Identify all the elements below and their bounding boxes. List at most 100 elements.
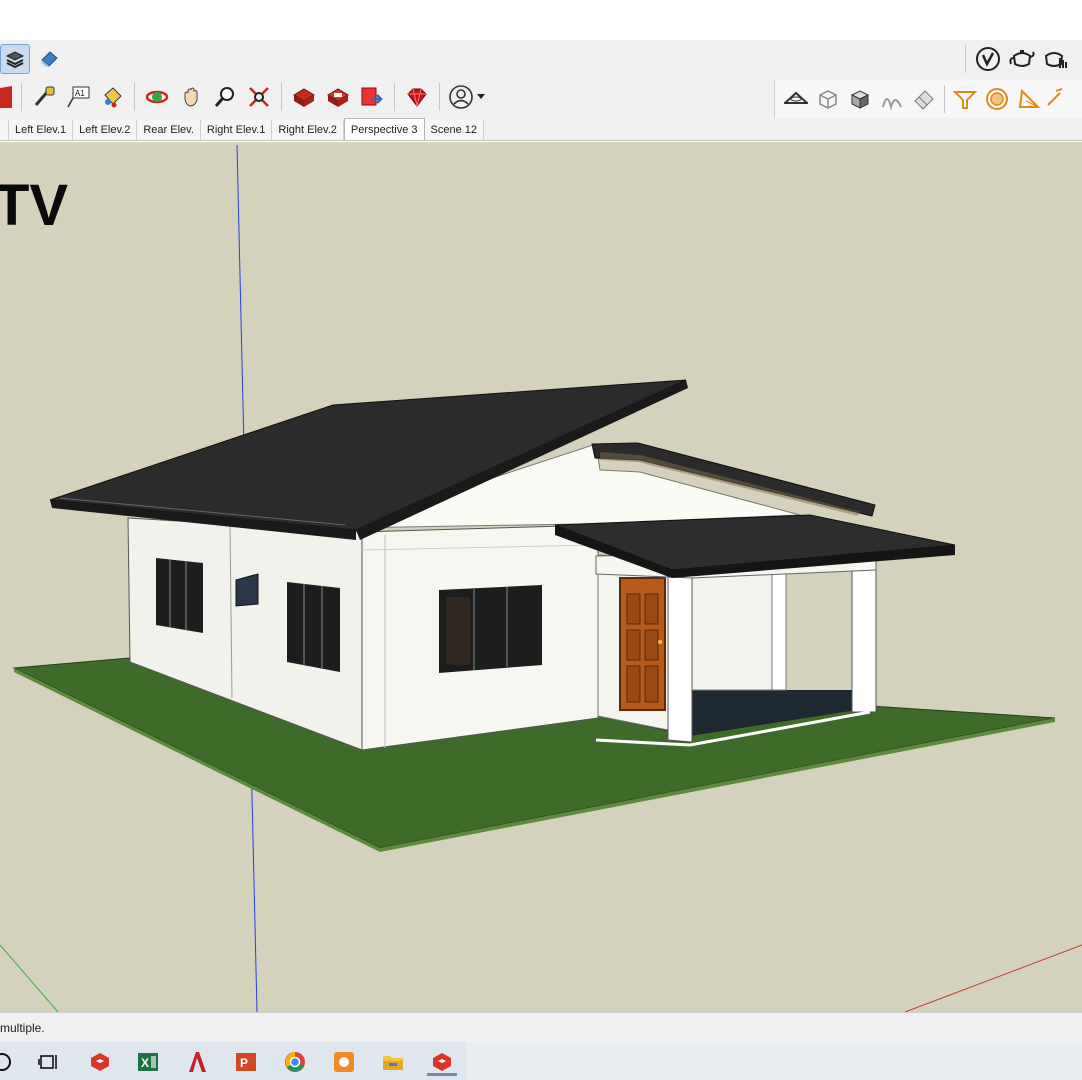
cone-button[interactable]: [1014, 84, 1044, 114]
tab-edge[interactable]: [0, 120, 9, 140]
warehouse-button[interactable]: [289, 82, 319, 112]
sketchup-active-icon: [433, 1053, 451, 1071]
render-button[interactable]: [1007, 44, 1037, 74]
ruby-console-button[interactable]: [402, 82, 432, 112]
text-label-icon: A1: [67, 86, 90, 108]
orbit-icon: [145, 90, 169, 104]
tab-perspective-3[interactable]: Perspective 3: [343, 118, 425, 140]
cube-solid-button[interactable]: [845, 84, 875, 114]
taskbar-search[interactable]: [0, 1048, 16, 1076]
powerpoint-icon: P: [236, 1053, 256, 1071]
taskbar-powerpoint[interactable]: P: [232, 1048, 260, 1076]
layers-button[interactable]: [0, 44, 30, 74]
taskbar-sketchup-active[interactable]: [427, 1048, 457, 1076]
sandbox-icon: [882, 98, 902, 111]
zoom-extents-icon: [249, 87, 269, 107]
warehouse-icon: [293, 88, 315, 107]
wall-light: [235, 573, 259, 607]
interactive-render-button[interactable]: [1041, 44, 1071, 74]
tab-scene-12[interactable]: Scene 12: [424, 120, 485, 140]
taskbar-app-orange[interactable]: [330, 1048, 358, 1076]
extension-warehouse-button[interactable]: [323, 82, 353, 112]
porch-column-right: [851, 561, 877, 713]
zoom-extents-button[interactable]: [244, 82, 274, 112]
porch-back-wall: [691, 571, 781, 691]
cube-outline-icon: [819, 90, 837, 109]
taskbar-autocad[interactable]: [183, 1048, 211, 1076]
vray-asset-button[interactable]: [973, 44, 1003, 74]
autocad-icon: [189, 1052, 206, 1072]
taskbar-file-explorer[interactable]: [379, 1048, 407, 1076]
smooth-button[interactable]: [909, 84, 939, 114]
front-door: [619, 577, 666, 711]
toolbar: A1: [0, 40, 1082, 121]
window-left-1: [156, 558, 203, 633]
tab-right-elev-2[interactable]: Right Elev.2: [272, 120, 344, 140]
chrome-icon: [285, 1052, 305, 1072]
circle-target-button[interactable]: [982, 84, 1012, 114]
interactive-render-icon: [1044, 52, 1067, 68]
vray-check-icon: [976, 47, 1000, 71]
tape-measure-button[interactable]: [29, 82, 59, 112]
paint-bucket-button[interactable]: [97, 82, 127, 112]
funnel-button[interactable]: [950, 84, 980, 114]
send-to-layout-button[interactable]: [357, 82, 387, 112]
layers-icon: [5, 51, 25, 69]
user-account-button[interactable]: [447, 82, 491, 112]
pan-button[interactable]: [176, 82, 206, 112]
task-view-icon: [38, 1055, 57, 1069]
red-arrow-icon: [0, 86, 12, 108]
svg-text:X: X: [141, 1056, 149, 1070]
status-text: multiple.: [0, 1021, 45, 1035]
sandbox-button[interactable]: [877, 84, 907, 114]
house-model: [0, 144, 1082, 1012]
tab-rear-elev[interactable]: Rear Elev.: [137, 120, 201, 140]
right-toolbar-group: [774, 80, 1082, 118]
orbit-button[interactable]: [142, 82, 172, 112]
sketchup-icon: [91, 1053, 109, 1071]
teapot-icon: [1009, 50, 1035, 67]
extension-warehouse-icon: [327, 88, 349, 107]
eraser-icon: [41, 51, 58, 67]
taskbar-excel[interactable]: X: [134, 1048, 162, 1076]
svg-text:A1: A1: [75, 89, 85, 98]
pencil-button[interactable]: [1046, 84, 1062, 114]
taskbar-sketchup[interactable]: [86, 1048, 114, 1076]
green-axis: [0, 944, 59, 1012]
status-bar: multiple.: [0, 1012, 1082, 1043]
active-indicator: [427, 1073, 457, 1076]
porch-column-front: [667, 569, 693, 743]
eraser-button[interactable]: [34, 44, 64, 74]
red-axis: [904, 944, 1082, 1012]
send-to-layout-icon: [361, 87, 383, 106]
zoom-button[interactable]: [210, 82, 240, 112]
vray-toolbar: [962, 44, 1071, 74]
file-explorer-icon: [383, 1056, 403, 1070]
tape-measure-icon: [34, 86, 55, 106]
svg-text:P: P: [240, 1056, 248, 1070]
search-icon: [0, 1053, 11, 1071]
app-orange-icon: [334, 1052, 354, 1072]
taskbar-empty-area: [466, 1042, 1082, 1080]
windows-taskbar: X P: [0, 1042, 1082, 1080]
tab-left-elev-2[interactable]: Left Elev.2: [73, 120, 138, 140]
taskbar-chrome[interactable]: [281, 1048, 309, 1076]
user-account-icon: [449, 85, 485, 109]
tab-right-elev-1[interactable]: Right Elev.1: [200, 120, 273, 140]
select-tool-button[interactable]: [0, 82, 14, 112]
pan-icon: [184, 87, 198, 107]
cube-outline-button[interactable]: [813, 84, 843, 114]
zoom-icon: [214, 87, 234, 107]
window-top-area: [0, 0, 1082, 40]
text-tool-button[interactable]: A1: [63, 82, 93, 112]
taskbar-task-view[interactable]: [34, 1048, 62, 1076]
eraser-smooth-icon: [914, 90, 934, 110]
modeling-viewport[interactable]: TV: [0, 142, 1082, 1012]
porch-column-middle: [771, 569, 787, 691]
ruby-icon: [407, 88, 427, 107]
tab-left-elev-1[interactable]: Left Elev.1: [9, 120, 74, 140]
section-plane-button[interactable]: [781, 84, 811, 114]
pencil-icon: [1047, 88, 1062, 106]
cone-icon: [1018, 88, 1041, 108]
scene-tabs: Left Elev.1 Left Elev.2 Rear Elev. Right…: [0, 118, 1082, 141]
